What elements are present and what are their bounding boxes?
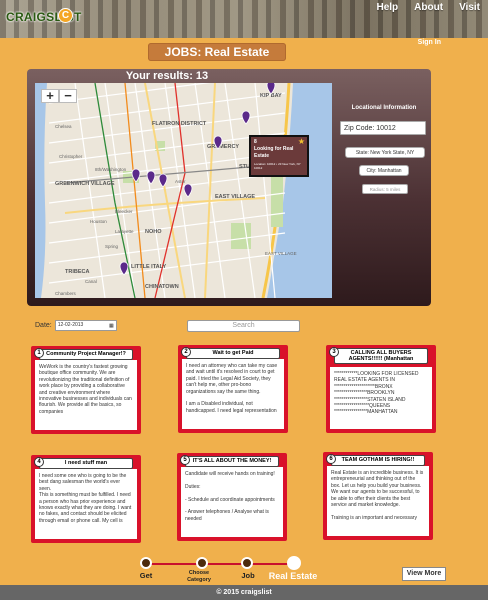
zoom-in-button[interactable]: + — [41, 89, 59, 103]
nav-visit-link[interactable]: Visit — [451, 2, 488, 13]
card-number: 1 — [34, 348, 44, 358]
map-canvas: FLATIRON DISTRICT GREENWICH VILLAGE EAST… — [35, 83, 332, 298]
site-header: CRAIGSLIST C Help About Visit — [0, 0, 488, 38]
progress-step-dot[interactable] — [140, 557, 152, 569]
top-nav: Help About Visit — [369, 2, 488, 13]
map-label-houston: Houston — [90, 219, 107, 224]
card-title[interactable]: Wait to get Paid — [186, 348, 280, 359]
map-label-greenwich: GREENWICH VILLAGE — [55, 181, 115, 187]
card-title[interactable]: IT'S ALL ABOUT THE MONEY! — [185, 456, 279, 467]
card-number: 4 — [34, 457, 44, 467]
progress-step-label: Choose Category — [187, 570, 211, 583]
card-number: 6 — [326, 454, 336, 464]
zip-code-field[interactable]: Zip Code: 10012 — [340, 121, 426, 135]
state-select[interactable]: State: New York State, NY — [345, 147, 425, 158]
map-label-noho: NOHO — [145, 229, 162, 235]
sign-in-link[interactable]: Sign In — [418, 39, 441, 46]
results-count: Your results: 13 — [125, 70, 209, 82]
map-label-gramercy: GRAMERCY — [207, 144, 239, 150]
nav-help-link[interactable]: Help — [369, 2, 407, 13]
progress-step-label: Job — [241, 571, 255, 580]
search-input[interactable]: Search — [187, 320, 300, 332]
popup-title: Looking for Real Estate — [254, 146, 294, 159]
date-input[interactable]: 12-02-2013 ▦ — [54, 320, 117, 331]
job-card-1[interactable]: 1 Community Project Manager!? WeWork is … — [31, 346, 141, 434]
map-label-flatiron: FLATIRON DISTRICT — [152, 121, 207, 127]
card-body: Candidate will receive hands on training… — [181, 467, 283, 537]
map-label-chambers: Chambers — [55, 291, 77, 296]
progress-track — [146, 563, 296, 565]
card-title[interactable]: Community Project Manager!? — [39, 349, 133, 360]
map-label-chinatown: CHINATOWN — [145, 284, 179, 290]
map-label-little-italy: LITTLE ITALY — [131, 264, 166, 270]
map-label-lafayette: Lafayette — [115, 229, 134, 234]
job-card-2[interactable]: 2 Wait to get Paid I need an attorney wh… — [178, 345, 288, 433]
date-filter: Date: 12-02-2013 ▦ — [35, 320, 117, 331]
popup-meta: Location: 10012 • 23 New York, NY 10012 — [254, 162, 301, 170]
card-body: I need an attorney who can take my case … — [182, 359, 284, 429]
map-marker-icon[interactable] — [146, 170, 156, 185]
favorite-star-icon[interactable]: ★ — [298, 137, 305, 146]
radius-select[interactable]: Radius: 5 miles — [362, 184, 408, 194]
card-number: 2 — [181, 347, 191, 357]
job-card-4[interactable]: 4 I need stuff man I need some one who i… — [31, 455, 141, 543]
map-label-astor: Astor — [175, 179, 186, 184]
map-view[interactable]: FLATIRON DISTRICT GREENWICH VILLAGE EAST… — [35, 83, 332, 298]
map-marker-icon[interactable] — [158, 173, 168, 188]
calendar-icon[interactable]: ▦ — [109, 322, 114, 331]
map-marker-icon[interactable] — [241, 110, 251, 125]
card-body: WeWork is the country's fastest growing … — [35, 360, 137, 430]
zoom-out-button[interactable]: − — [59, 89, 77, 103]
map-zoom-controls: + − — [41, 89, 77, 103]
job-card-5[interactable]: 5 IT'S ALL ABOUT THE MONEY! Candidate wi… — [177, 453, 287, 541]
map-label-8th-washington: 8th/Washington — [95, 167, 127, 172]
city-select[interactable]: City: Manhattan — [359, 165, 409, 176]
map-label-christopher: Christopher — [59, 154, 83, 159]
progress-step-dot[interactable] — [241, 557, 253, 569]
logo-badge-icon: C — [58, 8, 73, 23]
location-panel-title: Locational Information — [351, 105, 417, 111]
popup-number: 8 — [254, 139, 257, 145]
map-label-tribeca: TRIBECA — [65, 269, 89, 275]
card-title[interactable]: CALLING ALL BUYERS AGENTS!!!!!! (Manhatt… — [334, 348, 428, 364]
map-label-east-village: EAST VILLAGE — [215, 194, 255, 200]
results-panel: Your results: 13 FLATIRON DISTRICT GREEN… — [27, 69, 431, 306]
footer: © 2015 craigslist — [0, 585, 488, 600]
progress-step-dot[interactable] — [196, 557, 208, 569]
progress-step-label: Get — [139, 571, 153, 580]
map-label-chelsea: Chelsea — [55, 124, 72, 129]
location-panel: Locational Information Zip Code: 10012 S… — [339, 103, 429, 194]
card-body: I need some one who is going to be the b… — [35, 469, 137, 539]
map-marker-icon[interactable] — [183, 183, 193, 198]
card-number: 5 — [180, 455, 190, 465]
date-value: 12-02-2013 — [57, 322, 84, 328]
map-label-canal: Canal — [85, 279, 97, 284]
card-body: Real Estate is an incredible business. I… — [327, 466, 429, 536]
map-info-popup[interactable]: 8 Looking for Real Estate Location: 1001… — [249, 135, 309, 177]
card-number: 3 — [329, 347, 339, 357]
card-title[interactable]: TEAM GOTHAM IS HIRING!! — [331, 455, 425, 466]
card-title[interactable]: I need stuff man — [39, 458, 133, 469]
progress-step-dot-active[interactable] — [287, 556, 301, 570]
card-body: ************LOOKING FOR LICENSED REAL ES… — [330, 367, 432, 429]
job-card-6[interactable]: 6 TEAM GOTHAM IS HIRING!! Real Estate is… — [323, 452, 433, 540]
progress-step-label-active: Real Estate — [268, 571, 318, 581]
page-title: JOBS: Real Estate — [148, 43, 286, 61]
job-card-3[interactable]: 3 CALLING ALL BUYERS AGENTS!!!!!! (Manha… — [326, 345, 436, 433]
map-label-east-village-2: EAST VILLAGE — [265, 251, 297, 256]
map-label-spring: Spring — [105, 244, 119, 249]
date-label: Date: — [35, 322, 52, 329]
view-more-button[interactable]: View More — [402, 567, 446, 581]
nav-about-link[interactable]: About — [406, 2, 451, 13]
map-label-bleecker: Bleecker — [115, 209, 133, 214]
